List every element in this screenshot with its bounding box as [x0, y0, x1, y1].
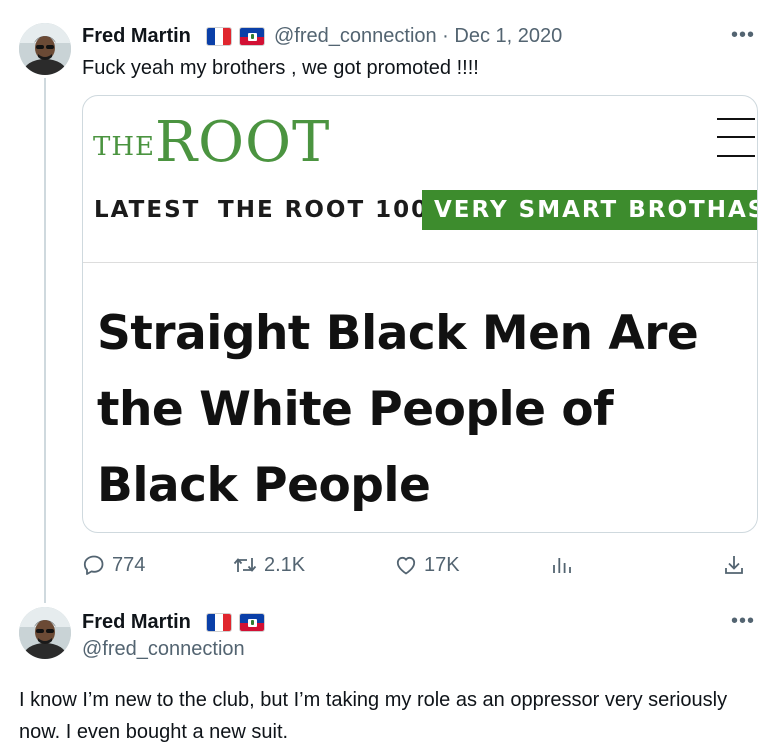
tweet-actions: 774 2.1K 17K [82, 548, 758, 582]
more-icon[interactable]: ••• [731, 24, 755, 47]
analytics-button[interactable] [550, 548, 574, 582]
hamburger-menu-icon [717, 118, 755, 158]
article-headline: Straight Black Men Are the White People … [97, 306, 699, 513]
reply-button[interactable]: 774 [82, 548, 145, 582]
handle[interactable]: @fred_connection [82, 638, 245, 661]
like-icon [396, 556, 416, 575]
haiti-flag-icon [239, 27, 265, 46]
nav-latest: LATEST [94, 197, 201, 223]
share-button[interactable] [722, 548, 746, 582]
retweet-icon [233, 558, 257, 572]
link-preview-card[interactable]: THEROOT LATEST THE ROOT 100 VERY SMART B… [82, 95, 758, 533]
france-flag-icon [206, 613, 232, 632]
reply-count: 774 [112, 553, 146, 576]
author-name[interactable]: Fred Martin [82, 611, 191, 634]
card-divider [83, 262, 757, 263]
like-count: 17K [424, 553, 460, 576]
share-icon [725, 556, 743, 574]
retweet-count: 2.1K [264, 553, 306, 576]
handle-and-date[interactable]: @fred_connection · Dec 1, 2020 [274, 25, 562, 48]
avatar[interactable] [19, 607, 71, 659]
like-button[interactable]: 17K [394, 548, 460, 582]
haiti-flag-icon [239, 613, 265, 632]
thread-connector-line [44, 78, 46, 603]
analytics-icon [553, 558, 571, 573]
the-root-logo: THEROOT [93, 110, 331, 175]
nav-very-smart-brothas: VERY SMART BROTHAS [422, 190, 757, 230]
tweet-text: Fuck yeah my brothers , we got promoted … [82, 57, 479, 79]
author-name[interactable]: Fred Martin [82, 25, 191, 48]
avatar[interactable] [19, 23, 71, 75]
reply-icon [83, 555, 104, 575]
site-nav: LATEST THE ROOT 100 VERY SMART BROTHAS [83, 190, 757, 230]
france-flag-icon [206, 27, 232, 46]
nav-the-root-100: THE ROOT 100 [218, 197, 430, 223]
retweet-button[interactable]: 2.1K [232, 548, 305, 582]
more-icon[interactable]: ••• [731, 610, 755, 633]
tweet-text: I know I’m new to the club, but I’m taki… [19, 689, 728, 743]
